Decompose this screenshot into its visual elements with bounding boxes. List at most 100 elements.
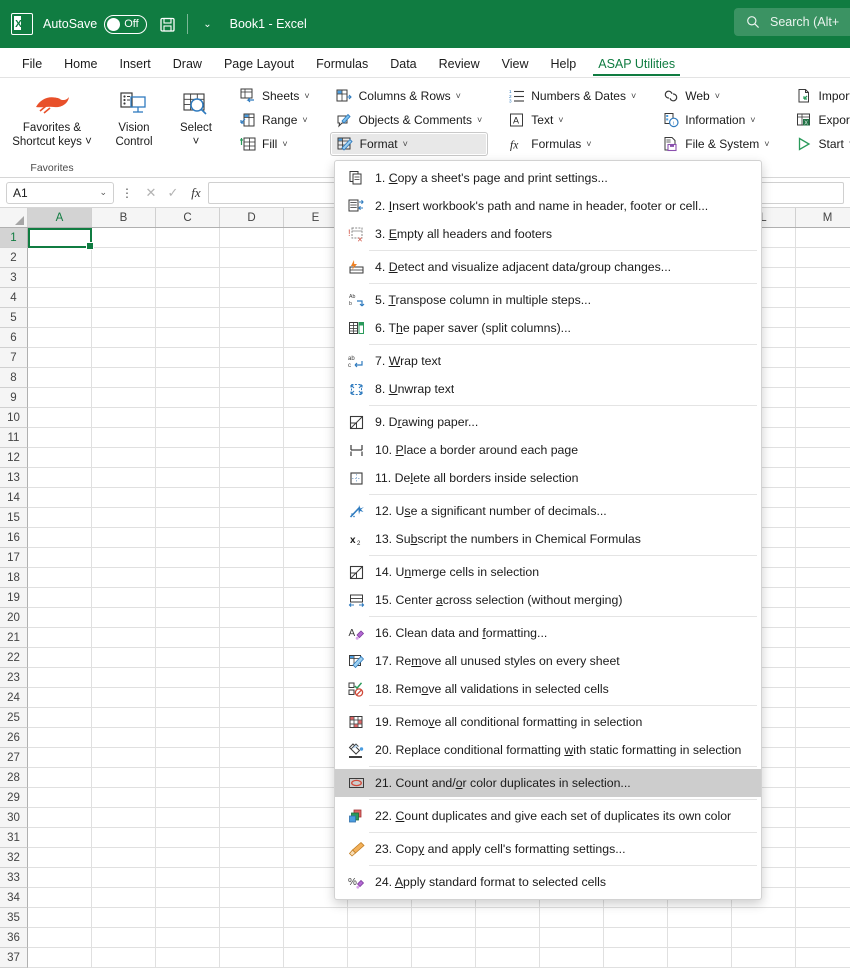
cell-B16[interactable] — [92, 528, 156, 548]
cell-K35[interactable] — [668, 908, 732, 928]
cell-H35[interactable] — [476, 908, 540, 928]
format-dropdown-menu[interactable]: 1. Copy a sheet's page and print setting… — [334, 160, 762, 900]
cell-D27[interactable] — [220, 748, 284, 768]
cell-C25[interactable] — [156, 708, 220, 728]
menu-item-7[interactable]: ab c 7. Wrap text — [335, 347, 761, 375]
row-header-11[interactable]: 11 — [0, 428, 28, 448]
cell-A36[interactable] — [28, 928, 92, 948]
cell-M24[interactable] — [796, 688, 850, 708]
menu-item-23[interactable]: 23. Copy and apply cell's formatting set… — [335, 835, 761, 863]
cell-B27[interactable] — [92, 748, 156, 768]
row-header-15[interactable]: 15 — [0, 508, 28, 528]
chevron-down-icon[interactable]: ˅ — [304, 91, 309, 101]
cell-A4[interactable] — [28, 288, 92, 308]
cell-D11[interactable] — [220, 428, 284, 448]
cell-M30[interactable] — [796, 808, 850, 828]
cell-C22[interactable] — [156, 648, 220, 668]
cell-C20[interactable] — [156, 608, 220, 628]
menu-item-16[interactable]: A 16. Clean data and formatting... — [335, 619, 761, 647]
cell-C7[interactable] — [156, 348, 220, 368]
cell-C9[interactable] — [156, 388, 220, 408]
cell-L35[interactable] — [732, 908, 796, 928]
cell-C31[interactable] — [156, 828, 220, 848]
row-header-18[interactable]: 18 — [0, 568, 28, 588]
format-button[interactable]: Format ˅ — [329, 132, 489, 156]
row-header-21[interactable]: 21 — [0, 628, 28, 648]
cell-M15[interactable] — [796, 508, 850, 528]
cell-J36[interactable] — [604, 928, 668, 948]
menu-item-21[interactable]: 21. Count and/or color duplicates in sel… — [335, 769, 761, 797]
select-all-corner[interactable] — [0, 208, 28, 227]
cell-M8[interactable] — [796, 368, 850, 388]
cell-M36[interactable] — [796, 928, 850, 948]
cell-A8[interactable] — [28, 368, 92, 388]
export-button[interactable]: X Export ˅ — [790, 108, 850, 132]
cell-C34[interactable] — [156, 888, 220, 908]
cell-M14[interactable] — [796, 488, 850, 508]
cell-M20[interactable] — [796, 608, 850, 628]
select-button[interactable]: Select ˅ — [170, 82, 222, 149]
cell-B15[interactable] — [92, 508, 156, 528]
cell-C10[interactable] — [156, 408, 220, 428]
cell-H36[interactable] — [476, 928, 540, 948]
cell-D20[interactable] — [220, 608, 284, 628]
row-header-28[interactable]: 28 — [0, 768, 28, 788]
cell-B1[interactable] — [92, 228, 156, 248]
row-header-9[interactable]: 9 — [0, 388, 28, 408]
cell-D30[interactable] — [220, 808, 284, 828]
tab-page-layout[interactable]: Page Layout — [213, 54, 305, 77]
cell-D17[interactable] — [220, 548, 284, 568]
menu-item-18[interactable]: 18. Remove all validations in selected c… — [335, 675, 761, 703]
favorites-shortcut-keys-button[interactable]: Favorites & Shortcut keys ˅ — [6, 82, 98, 149]
sheets-button[interactable]: Sheets ˅ — [233, 84, 316, 108]
cell-B33[interactable] — [92, 868, 156, 888]
cell-F37[interactable] — [348, 948, 412, 968]
cell-D4[interactable] — [220, 288, 284, 308]
row-header-12[interactable]: 12 — [0, 448, 28, 468]
column-header-b[interactable]: B — [92, 208, 156, 227]
cell-B5[interactable] — [92, 308, 156, 328]
cell-D3[interactable] — [220, 268, 284, 288]
tab-draw[interactable]: Draw — [162, 54, 213, 77]
enter-check-icon[interactable]: ✓ — [162, 185, 184, 201]
cell-C24[interactable] — [156, 688, 220, 708]
menu-item-22[interactable]: 22. Count duplicates and give each set o… — [335, 802, 761, 830]
cell-A1[interactable] — [28, 228, 92, 248]
vertical-dots-icon[interactable]: ⋮ — [114, 186, 140, 200]
tab-view[interactable]: View — [491, 54, 540, 77]
cell-A29[interactable] — [28, 788, 92, 808]
cell-D25[interactable] — [220, 708, 284, 728]
cell-A30[interactable] — [28, 808, 92, 828]
search-input[interactable]: Search (Alt+ — [734, 8, 850, 36]
cell-C1[interactable] — [156, 228, 220, 248]
chevron-down-icon[interactable]: ˅ — [558, 115, 563, 125]
cell-I37[interactable] — [540, 948, 604, 968]
menu-item-8[interactable]: 8. Unwrap text — [335, 375, 761, 403]
cell-C30[interactable] — [156, 808, 220, 828]
menu-item-10[interactable]: 10. Place a border around each page — [335, 436, 761, 464]
row-header-19[interactable]: 19 — [0, 588, 28, 608]
cell-B13[interactable] — [92, 468, 156, 488]
cell-M7[interactable] — [796, 348, 850, 368]
cell-B37[interactable] — [92, 948, 156, 968]
row-header-31[interactable]: 31 — [0, 828, 28, 848]
menu-item-19[interactable]: 19. Remove all conditional formatting in… — [335, 708, 761, 736]
row-header-17[interactable]: 17 — [0, 548, 28, 568]
cell-B18[interactable] — [92, 568, 156, 588]
cell-C28[interactable] — [156, 768, 220, 788]
cell-M26[interactable] — [796, 728, 850, 748]
cell-M12[interactable] — [796, 448, 850, 468]
cell-B6[interactable] — [92, 328, 156, 348]
cell-M33[interactable] — [796, 868, 850, 888]
cell-D29[interactable] — [220, 788, 284, 808]
menu-item-2[interactable]: 2. Insert workbook's path and name in he… — [335, 192, 761, 220]
cell-D24[interactable] — [220, 688, 284, 708]
cell-M3[interactable] — [796, 268, 850, 288]
row-header-35[interactable]: 35 — [0, 908, 28, 928]
cell-A22[interactable] — [28, 648, 92, 668]
cell-B26[interactable] — [92, 728, 156, 748]
cell-M34[interactable] — [796, 888, 850, 908]
menu-item-20[interactable]: 20. Replace conditional formatting with … — [335, 736, 761, 764]
cell-A10[interactable] — [28, 408, 92, 428]
cell-D26[interactable] — [220, 728, 284, 748]
